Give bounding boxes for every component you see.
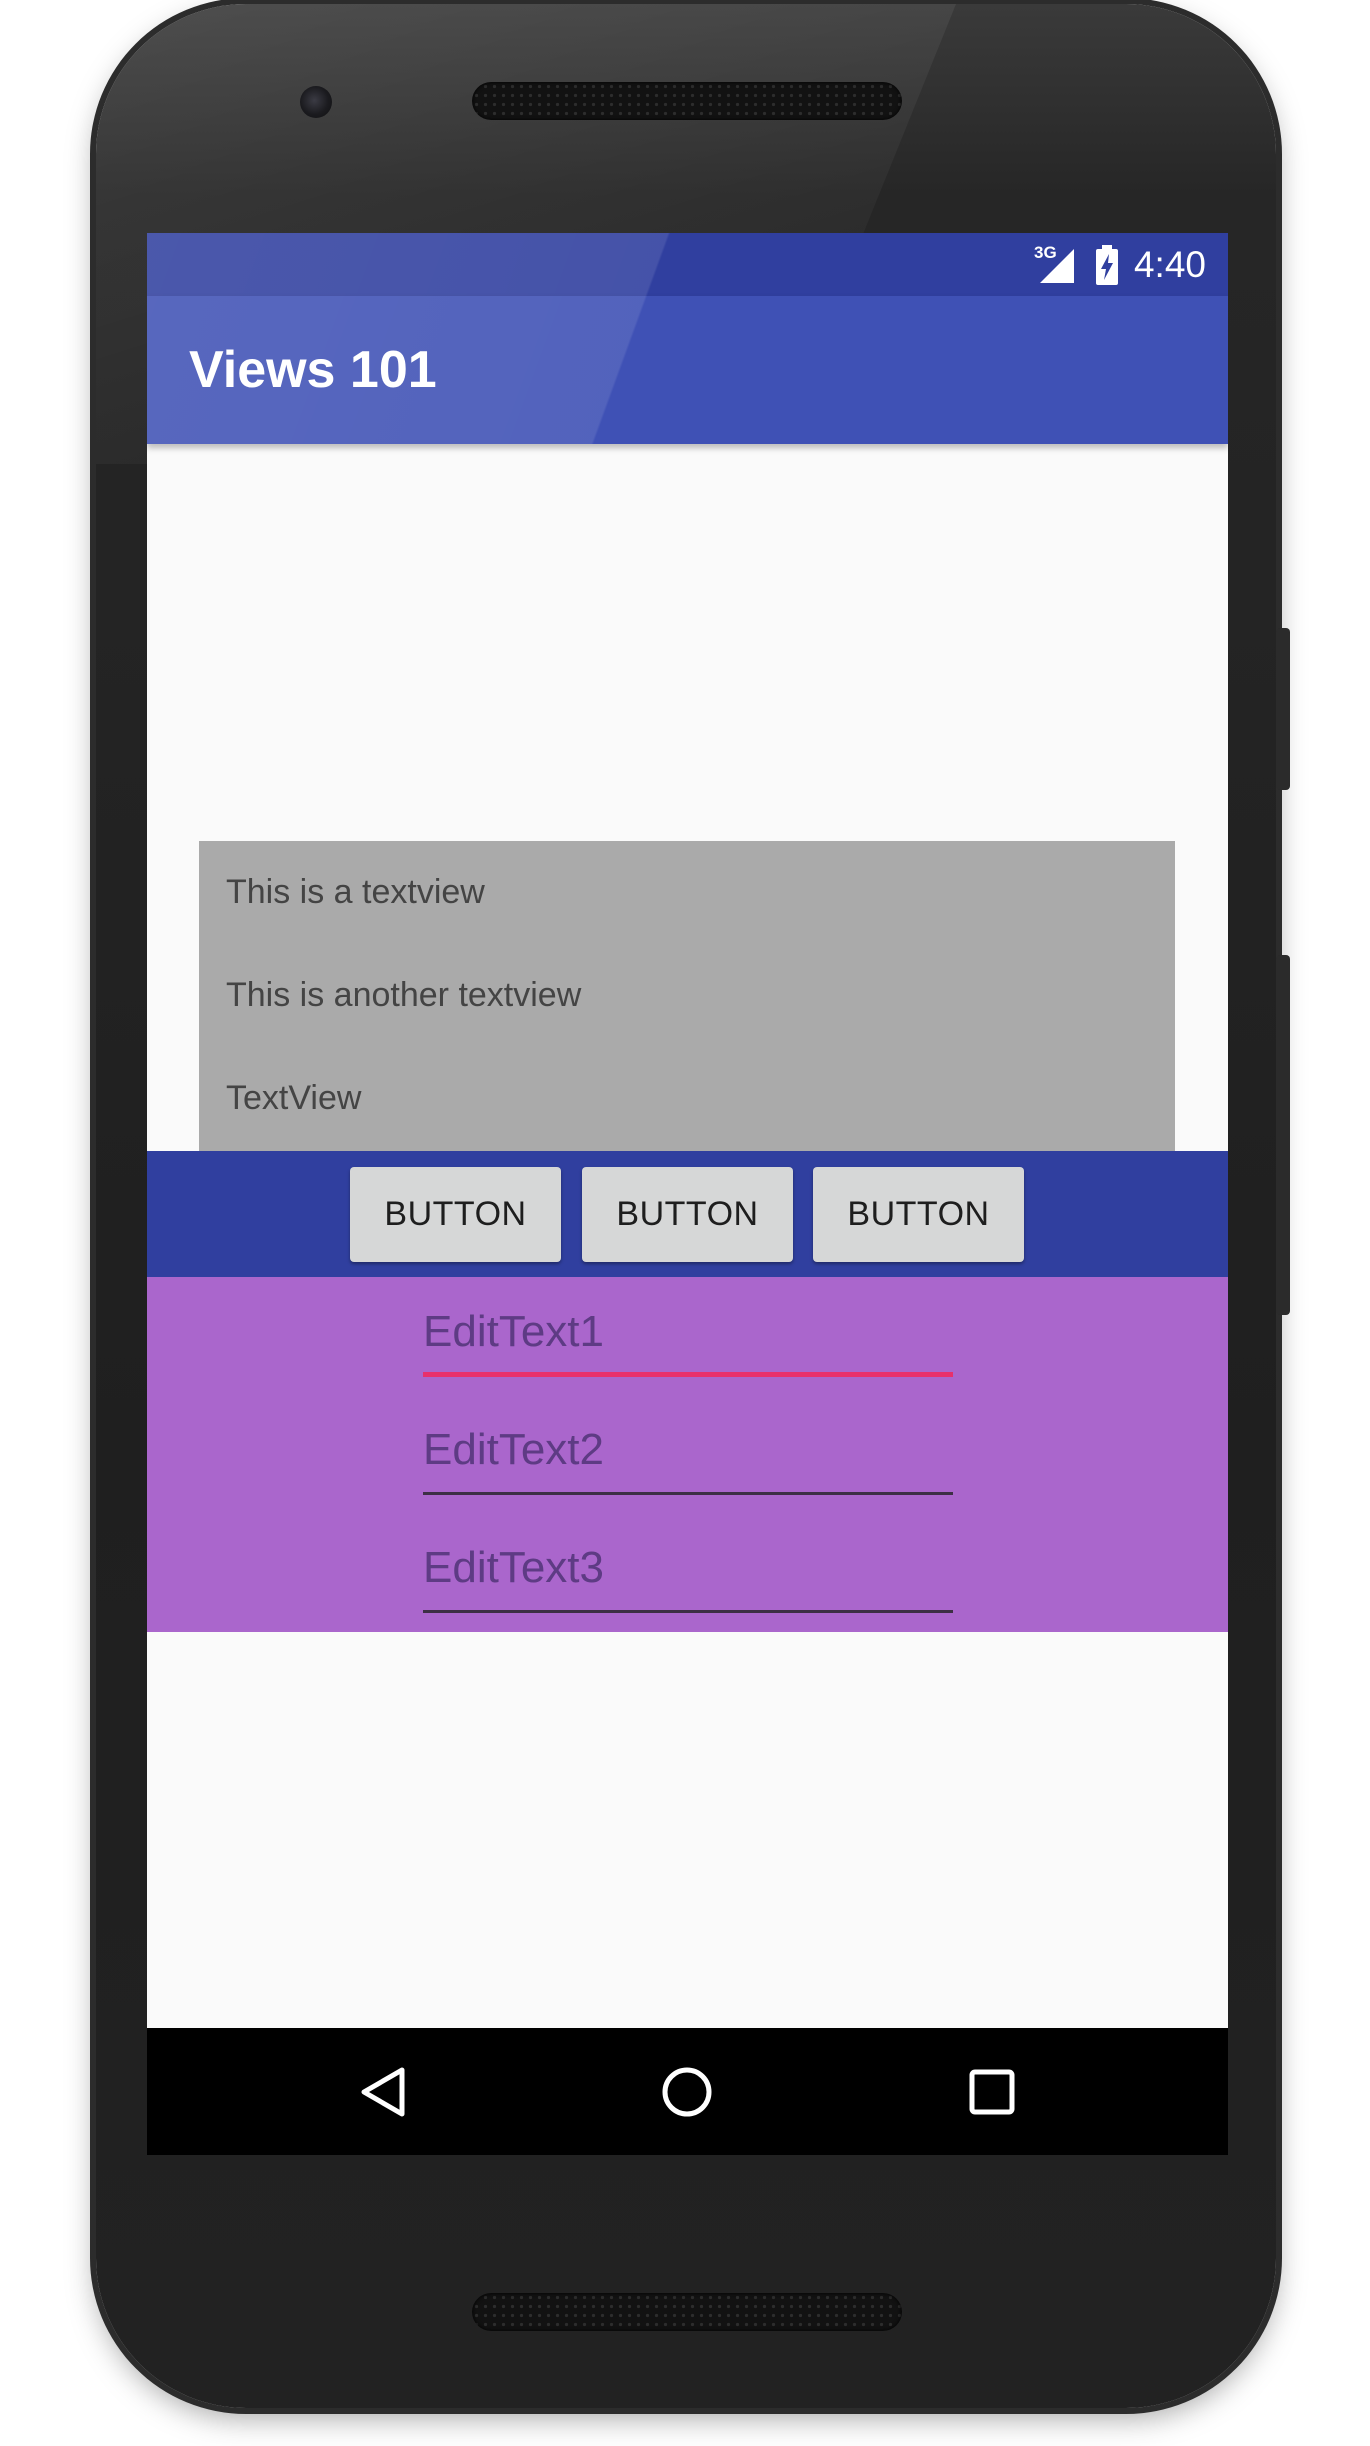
button-3[interactable]: BUTTON — [813, 1167, 1024, 1262]
clock: 4:40 — [1133, 243, 1206, 285]
home-icon[interactable] — [661, 2066, 713, 2123]
edittext-3-value: EditText3 — [423, 1543, 604, 1592]
edittext-2[interactable]: EditText2 — [423, 1425, 953, 1495]
status-icons: 3G 4:40 — [1034, 233, 1206, 296]
back-icon[interactable] — [358, 2066, 408, 2123]
textview-3: TextView — [226, 1079, 362, 1117]
recents-icon[interactable] — [967, 2066, 1017, 2123]
button-1[interactable]: BUTTON — [350, 1167, 561, 1262]
app-bar: Views 101 — [147, 296, 1228, 444]
edittext-3-underline — [423, 1610, 953, 1613]
edittext-3[interactable]: EditText3 — [423, 1543, 953, 1613]
edittext-container: EditText1 EditText2 EditText3 — [147, 1277, 1228, 1632]
network-type-label: 3G — [1033, 242, 1057, 262]
signal-icon: 3G — [1033, 242, 1080, 285]
edittext-1[interactable]: EditText1 — [423, 1307, 953, 1377]
power-button — [1276, 628, 1290, 790]
bottom-speaker — [472, 2293, 902, 2331]
button-2[interactable]: BUTTON — [582, 1167, 793, 1262]
app-title: Views 101 — [189, 341, 437, 399]
top-speaker — [472, 82, 902, 120]
status-bar: 3G 4:40 — [147, 233, 1228, 296]
edittext-2-underline — [423, 1492, 953, 1495]
edittext-1-value: EditText1 — [423, 1307, 604, 1356]
front-camera — [300, 86, 332, 118]
navigation-bar — [147, 2028, 1228, 2155]
battery-charging-icon — [1094, 244, 1120, 286]
edittext-2-value: EditText2 — [423, 1425, 604, 1474]
button-bar: BUTTON BUTTON BUTTON — [147, 1151, 1228, 1277]
textview-container: This is a textview This is another textv… — [199, 841, 1175, 1153]
screen: 3G 4:40 Views 101 This is a textview Thi… — [147, 233, 1228, 2155]
volume-button — [1276, 955, 1290, 1315]
textview-1: This is a textview — [226, 873, 485, 911]
textview-2: This is another textview — [226, 976, 582, 1014]
edittext-1-underline — [423, 1372, 953, 1377]
